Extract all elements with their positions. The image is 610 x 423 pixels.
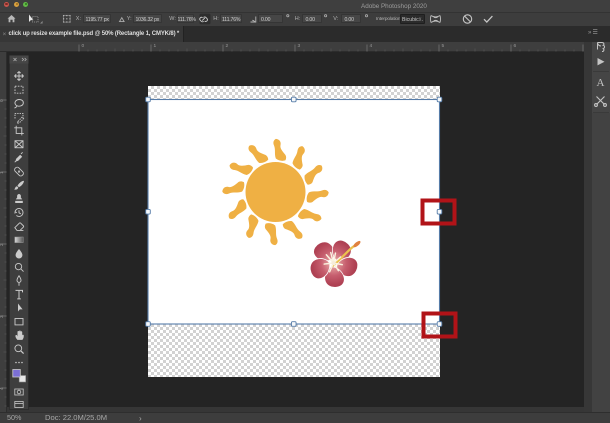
svg-text:A: A <box>597 77 605 89</box>
